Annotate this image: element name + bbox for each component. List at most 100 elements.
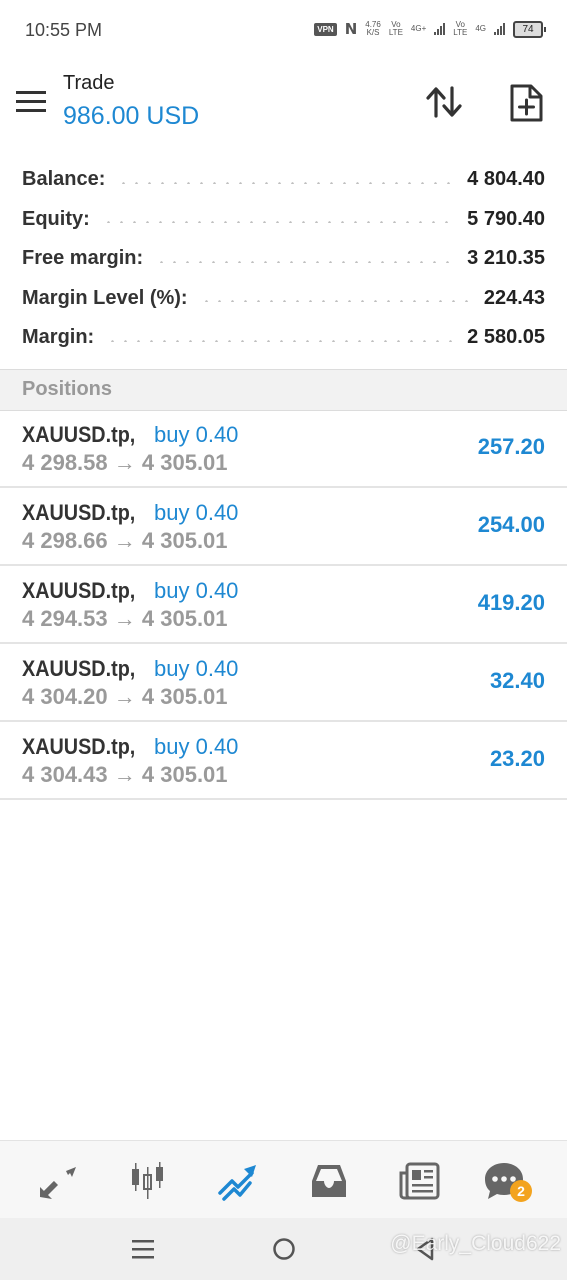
chat-badge: 2 bbox=[510, 1180, 532, 1202]
summary-label: Margin Level (%): bbox=[22, 286, 188, 309]
status-time: 10:55 PM bbox=[25, 20, 103, 40]
price-arrow: → bbox=[113, 684, 136, 709]
price-arrow: → bbox=[113, 450, 136, 475]
battery-icon: 74 bbox=[513, 20, 546, 38]
position-side: buy 0.40 bbox=[154, 656, 239, 681]
price-arrow: → bbox=[113, 762, 136, 787]
position-profit: 23.20 bbox=[489, 746, 545, 771]
vpn-icon: VPN bbox=[314, 22, 337, 36]
position-profit: 419.20 bbox=[477, 590, 545, 615]
open-price: 4 298.66 bbox=[22, 528, 108, 553]
current-price: 4 305.01 bbox=[141, 684, 228, 709]
position-symbol: XAUUSD.tp, bbox=[22, 656, 136, 681]
network-type-sim1: 4G+ bbox=[410, 24, 427, 33]
open-price: 4 294.53 bbox=[22, 606, 108, 631]
dotted-leader bbox=[117, 181, 456, 184]
position-row[interactable]: XAUUSD.tp, buy 0.40 4 298.66 → 4 305.01 … bbox=[0, 488, 567, 566]
chat-button[interactable]: 2 bbox=[482, 1159, 532, 1203]
dotted-leader bbox=[155, 260, 456, 263]
summary-label: Balance: bbox=[22, 168, 106, 191]
status-bar: 10:55 PM VPN N 4.76 K/S Vo LTE 4G+ Vo LT… bbox=[0, 0, 567, 62]
open-price: 4 304.43 bbox=[22, 762, 108, 787]
position-title: XAUUSD.tp, buy 0.40 bbox=[22, 734, 238, 760]
position-profit: 32.40 bbox=[489, 668, 545, 693]
positions-heading: Positions bbox=[22, 378, 113, 400]
nfc-icon: N bbox=[344, 20, 358, 38]
signal-sim1-icon bbox=[434, 23, 446, 35]
position-prices: 4 298.66 → 4 305.01 bbox=[22, 528, 228, 554]
summary-value: 3 210.35 bbox=[467, 247, 545, 270]
dotted-leader bbox=[106, 339, 456, 342]
summary-label: Margin: bbox=[22, 326, 95, 349]
signal-sim2-icon bbox=[494, 23, 505, 35]
price-arrow: → bbox=[113, 528, 136, 553]
summary-row-margin: Margin: 2 580.05 bbox=[0, 318, 567, 358]
position-prices: 4 304.43 → 4 305.01 bbox=[22, 762, 228, 788]
summary-row-equity: Equity: 5 790.40 bbox=[0, 200, 567, 240]
position-title: XAUUSD.tp, buy 0.40 bbox=[22, 578, 238, 604]
app-header: Trade 986.00 USD bbox=[0, 62, 567, 152]
position-row[interactable]: XAUUSD.tp, buy 0.40 4 304.43 → 4 305.01 … bbox=[0, 722, 567, 800]
sort-arrows-icon[interactable] bbox=[424, 82, 464, 122]
position-symbol: XAUUSD.tp, bbox=[22, 422, 136, 447]
open-price: 4 298.58 bbox=[22, 450, 108, 475]
dotted-leader bbox=[199, 300, 472, 303]
network-type-sim2: 4G bbox=[475, 24, 486, 33]
position-symbol: XAUUSD.tp, bbox=[22, 500, 136, 525]
position-title: XAUUSD.tp, buy 0.40 bbox=[22, 500, 238, 526]
network-speed: 4.76 K/S bbox=[365, 20, 381, 37]
position-side: buy 0.40 bbox=[154, 578, 239, 603]
current-price: 4 305.01 bbox=[141, 450, 228, 475]
position-title: XAUUSD.tp, buy 0.40 bbox=[22, 422, 238, 448]
summary-value: 5 790.40 bbox=[467, 207, 545, 230]
summary-label: Free margin: bbox=[22, 247, 144, 270]
positions-section-header: Positions bbox=[0, 369, 567, 411]
summary-row-free-margin: Free margin: 3 210.35 bbox=[0, 239, 567, 279]
position-profit: 257.20 bbox=[477, 434, 545, 459]
current-price: 4 305.01 bbox=[141, 528, 228, 553]
current-price: 4 305.01 bbox=[141, 762, 228, 787]
quotes-arrows-icon[interactable] bbox=[36, 1159, 80, 1203]
hamburger-menu-icon[interactable] bbox=[16, 91, 46, 113]
position-profit: 254.00 bbox=[477, 512, 545, 537]
volte-sim1: Vo LTE bbox=[388, 20, 403, 37]
position-prices: 4 304.20 → 4 305.01 bbox=[22, 684, 228, 710]
position-side: buy 0.40 bbox=[154, 422, 239, 447]
system-navigation-bar: @Early_Cloud622 bbox=[0, 1218, 567, 1280]
summary-label: Equity: bbox=[22, 207, 90, 230]
position-symbol: XAUUSD.tp, bbox=[22, 734, 136, 759]
home-circle-icon[interactable] bbox=[269, 1236, 299, 1262]
summary-value: 4 804.40 bbox=[467, 168, 545, 191]
open-price: 4 304.20 bbox=[22, 684, 108, 709]
summary-value: 2 580.05 bbox=[467, 326, 545, 349]
position-row[interactable]: XAUUSD.tp, buy 0.40 4 294.53 → 4 305.01 … bbox=[0, 566, 567, 644]
price-arrow: → bbox=[113, 606, 136, 631]
recent-apps-icon[interactable] bbox=[128, 1236, 158, 1262]
summary-row-balance: Balance: 4 804.40 bbox=[0, 160, 567, 200]
dotted-leader bbox=[101, 221, 456, 224]
position-prices: 4 298.58 → 4 305.01 bbox=[22, 450, 228, 476]
summary-row-margin-level: Margin Level (%): 224.43 bbox=[0, 279, 567, 319]
position-row[interactable]: XAUUSD.tp, buy 0.40 4 298.58 → 4 305.01 … bbox=[0, 410, 567, 488]
position-side: buy 0.40 bbox=[154, 734, 239, 759]
position-title: XAUUSD.tp, buy 0.40 bbox=[22, 656, 238, 682]
volte-sim2: Vo LTE bbox=[453, 20, 468, 37]
current-price: 4 305.01 bbox=[141, 606, 228, 631]
watermark: @Early_Cloud622 bbox=[390, 1232, 561, 1255]
positions-list: XAUUSD.tp, buy 0.40 4 298.58 → 4 305.01 … bbox=[0, 410, 567, 800]
account-summary: Balance: 4 804.40 Equity: 5 790.40 Free … bbox=[0, 160, 567, 358]
position-side: buy 0.40 bbox=[154, 500, 239, 525]
new-order-icon[interactable] bbox=[506, 82, 546, 124]
page-title: Trade bbox=[63, 72, 115, 94]
position-prices: 4 294.53 → 4 305.01 bbox=[22, 606, 228, 632]
history-inbox-icon[interactable] bbox=[307, 1159, 351, 1203]
position-row[interactable]: XAUUSD.tp, buy 0.40 4 304.20 → 4 305.01 … bbox=[0, 644, 567, 722]
header-balance: 986.00 USD bbox=[63, 102, 200, 130]
position-symbol: XAUUSD.tp, bbox=[22, 578, 136, 603]
candlestick-chart-icon[interactable] bbox=[126, 1159, 170, 1203]
summary-value: 224.43 bbox=[483, 286, 545, 309]
trade-icon[interactable] bbox=[216, 1159, 260, 1203]
bottom-navigation: 2 bbox=[0, 1140, 567, 1219]
status-icons: VPN N 4.76 K/S Vo LTE 4G+ Vo LTE 4G 74 bbox=[314, 20, 546, 38]
news-icon[interactable] bbox=[398, 1159, 442, 1203]
